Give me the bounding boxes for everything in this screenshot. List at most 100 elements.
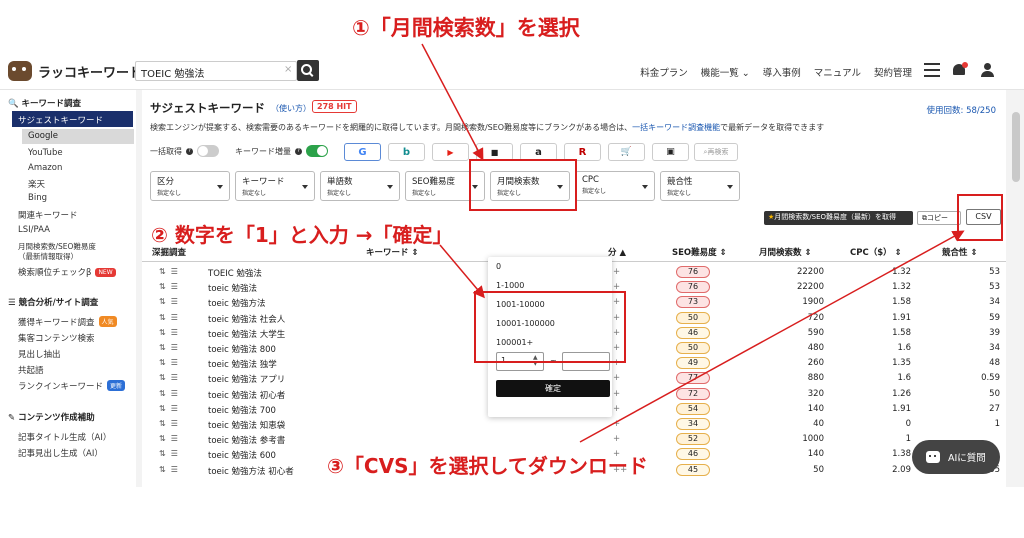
nav-contract[interactable]: 契約管理	[874, 65, 912, 79]
sidebar-item-youtube[interactable]: YouTube	[28, 148, 63, 158]
filter-seo[interactable]: SEO難易度 指定なし	[405, 171, 485, 201]
nav-manual[interactable]: マニュアル	[814, 65, 861, 79]
sidebar-item-bing[interactable]: Bing	[28, 193, 47, 203]
volume-option[interactable]: 10001-100000	[496, 319, 555, 328]
engine-bing-button[interactable]: b	[388, 143, 425, 161]
add-cell[interactable]: +	[613, 267, 620, 277]
usage-count[interactable]: 使用回数: 58/250	[927, 104, 996, 116]
row-action-icon[interactable]: ⇅☰	[159, 389, 183, 398]
clear-icon[interactable]: ×	[284, 64, 292, 75]
seo-difficulty-badge: 46	[676, 448, 710, 461]
engine-video-button[interactable]: ■	[476, 143, 513, 161]
add-cell[interactable]: +	[613, 373, 620, 383]
add-cell[interactable]: +	[613, 358, 620, 368]
table-row[interactable]: ⇅☰ toeic 勉強法 知恵袋 +34 40 0 1	[142, 417, 1006, 432]
volume-option[interactable]: 1-1000	[496, 281, 524, 290]
search-input[interactable]: TOEIC 勉強法	[135, 61, 297, 81]
sidebar-item-content-search[interactable]: 集客コンテンツ検索	[18, 332, 95, 344]
engine-google-button[interactable]: G	[344, 143, 381, 161]
table-row[interactable]: ⇅☰ toeic 勉強法 参考書 +52 1000 1	[142, 432, 1006, 447]
row-action-icon[interactable]: ⇅☰	[159, 404, 183, 413]
bulk-research-link[interactable]: 一括キーワード調査機能	[632, 123, 720, 132]
sidebar-item-amazon[interactable]: Amazon	[28, 163, 62, 173]
sidebar-item-suggest-keyword[interactable]: サジェストキーワード	[12, 111, 133, 127]
col-cpc[interactable]: CPC（$） ⇕	[850, 246, 902, 258]
sidebar-item-cooccurrence[interactable]: 共起語	[18, 364, 44, 376]
add-cell[interactable]: +	[613, 313, 620, 323]
confirm-button[interactable]: 確定	[496, 380, 610, 397]
add-cell[interactable]: +	[613, 343, 620, 353]
row-action-icon[interactable]: ⇅☰	[159, 449, 183, 458]
col-competition[interactable]: 競合性 ⇕	[942, 246, 978, 258]
hamburger-menu-icon[interactable]	[924, 63, 940, 77]
cpc-cell: 1.6	[897, 343, 911, 353]
filter-cpc[interactable]: CPC 指定なし	[575, 171, 655, 201]
sidebar-item-rankin[interactable]: ランクインキーワード 更新	[18, 380, 126, 392]
engine-rakuten-button[interactable]: R	[564, 143, 601, 161]
engine-shopping-button[interactable]: 🛒	[608, 143, 645, 161]
sidebar-item-lsi[interactable]: LSI/PAA	[18, 225, 50, 235]
filter-keyword[interactable]: キーワード 指定なし	[235, 171, 315, 201]
row-action-icon[interactable]: ⇅☰	[159, 313, 183, 322]
scrollbar[interactable]	[1012, 112, 1020, 182]
search-icon[interactable]	[297, 60, 319, 81]
copy-button[interactable]: ⧉コピー	[917, 211, 961, 225]
row-action-icon[interactable]: ⇅☰	[159, 328, 183, 337]
fetch-latest-button[interactable]: ★月間検索数/SEO難易度（最新）を取得	[764, 211, 913, 225]
sidebar-item-title-ai[interactable]: 記事タイトル生成（AI）	[18, 431, 111, 443]
research-button[interactable]: ⌕ 再検索	[694, 143, 738, 161]
filter-monthly-volume[interactable]: 月間検索数 指定なし	[490, 171, 570, 201]
add-cell[interactable]: +	[613, 404, 620, 414]
row-action-icon[interactable]: ⇅☰	[159, 465, 183, 474]
add-cell[interactable]: +	[613, 328, 620, 338]
sidebar-item-rank-check[interactable]: 検索順位チェックβ NEW	[18, 266, 116, 278]
filter-competition[interactable]: 競合性 指定なし	[660, 171, 740, 201]
bulk-toggle[interactable]	[197, 145, 219, 157]
annotation-step1: ①「月間検索数」を選択	[352, 16, 580, 40]
filter-kubun[interactable]: 区分 指定なし	[150, 171, 230, 201]
row-action-icon[interactable]: ⇅☰	[159, 358, 183, 367]
bell-icon[interactable]	[952, 62, 968, 77]
row-action-icon[interactable]: ⇅☰	[159, 419, 183, 428]
add-cell[interactable]: +	[613, 419, 620, 429]
volume-option[interactable]: 0	[496, 262, 501, 271]
nav-cases[interactable]: 導入事例	[763, 65, 801, 79]
how-to-link[interactable]: （使い方）	[271, 103, 311, 114]
col-volume[interactable]: 月間検索数 ⇕	[759, 246, 812, 258]
increase-toggle[interactable]	[306, 145, 328, 157]
row-action-icon[interactable]: ⇅☰	[159, 434, 183, 443]
add-cell[interactable]: +	[613, 297, 620, 307]
help-icon[interactable]: ?	[295, 147, 302, 155]
csv-button[interactable]: CSV	[966, 209, 1001, 225]
row-action-icon[interactable]: ⇅☰	[159, 343, 183, 352]
add-cell[interactable]: +	[613, 389, 620, 399]
nav-pricing[interactable]: 料金プラン	[640, 65, 688, 79]
sidebar-item-heading[interactable]: 見出し抽出	[18, 348, 61, 360]
row-action-icon[interactable]: ⇅☰	[159, 373, 183, 382]
nav-features[interactable]: 機能一覧 ⌄	[701, 65, 750, 79]
sidebar-item-rakuten[interactable]: 楽天	[28, 178, 45, 190]
stepper-icon[interactable]: ▲ ▼	[533, 355, 538, 367]
row-action-icon[interactable]: ⇅☰	[159, 282, 183, 291]
row-action-icon[interactable]: ⇅☰	[159, 297, 183, 306]
competition-cell: 34	[989, 343, 1000, 353]
col-seo[interactable]: SEO難易度 ⇕	[672, 246, 727, 258]
max-volume-input[interactable]	[562, 352, 610, 371]
add-cell[interactable]: +	[613, 282, 620, 292]
sidebar-item-related[interactable]: 関連キーワード	[18, 209, 78, 221]
engine-amazon-button[interactable]: a	[520, 143, 557, 161]
filter-word-count[interactable]: 単語数 指定なし	[320, 171, 400, 201]
add-cell[interactable]: +	[613, 434, 620, 444]
volume-option[interactable]: 100001+	[496, 338, 533, 347]
ai-chat-button[interactable]: AIに質問	[912, 440, 1000, 474]
sidebar-item-google[interactable]: Google	[22, 129, 134, 144]
volume-option[interactable]: 1001-10000	[496, 300, 545, 309]
engine-image-button[interactable]: ▣	[652, 143, 689, 161]
sidebar-item-acquired[interactable]: 獲得キーワード調査 人気	[18, 316, 117, 328]
help-icon[interactable]: ?	[186, 147, 193, 155]
engine-youtube-button[interactable]: ▶	[432, 143, 469, 161]
user-icon[interactable]	[980, 63, 994, 77]
row-action-icon[interactable]: ⇅☰	[159, 267, 183, 276]
logo[interactable]: ラッコキーワード	[8, 60, 142, 82]
sidebar-item-heading-ai[interactable]: 記事見出し生成（AI）	[18, 447, 103, 459]
